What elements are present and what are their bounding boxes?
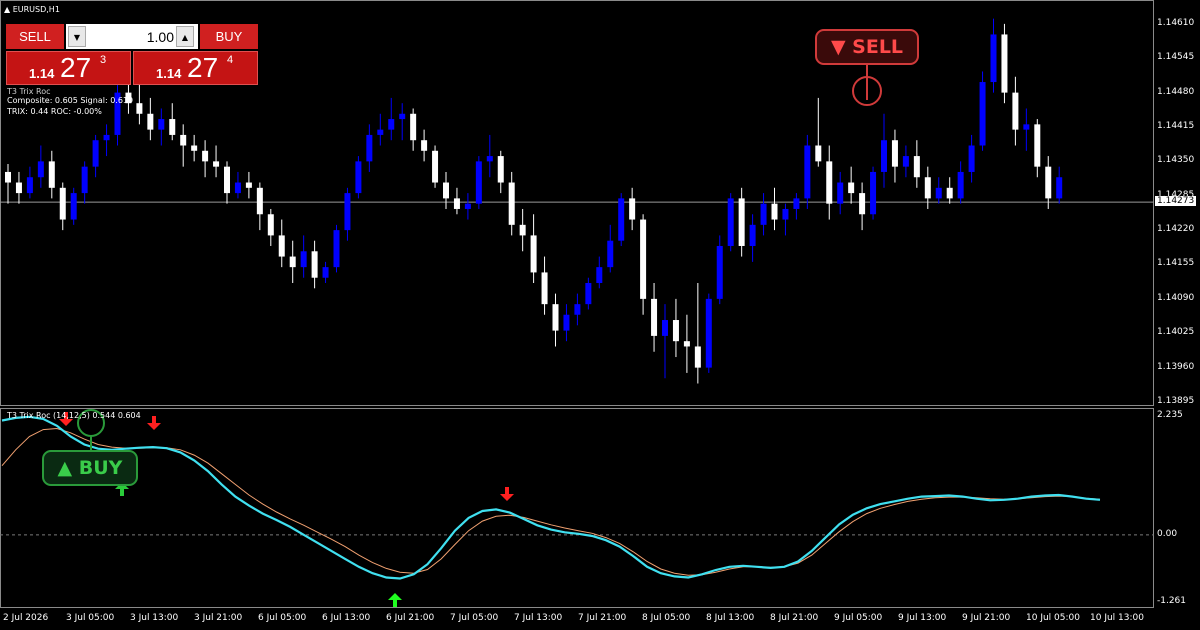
ask-big-digits: 27 xyxy=(187,52,219,83)
time-axis-label: 3 Jul 21:00 xyxy=(194,613,243,623)
ask-prefix: 1.14 xyxy=(156,66,182,81)
time-axis-label: 6 Jul 05:00 xyxy=(258,613,307,623)
time-axis-label: 3 Jul 05:00 xyxy=(66,613,115,623)
lot-size-field: ▼ ▲ xyxy=(66,24,198,49)
indicator-axis-label: -1.261 xyxy=(1157,596,1187,606)
indicator-axis-label: 2.235 xyxy=(1157,410,1183,420)
time-axis-label: 8 Jul 13:00 xyxy=(706,613,755,623)
indicator-composite-line: Composite: 0.605 Signal: 0.619 xyxy=(7,96,134,105)
time-axis-label: 7 Jul 05:00 xyxy=(450,613,499,623)
price-axis-label: 1.14415 xyxy=(1157,120,1195,131)
price-axis-label: 1.14025 xyxy=(1157,327,1195,338)
bid-big-digits: 27 xyxy=(60,52,92,83)
current-price-label: 1.14273 xyxy=(1155,196,1197,207)
sell-button[interactable]: SELL xyxy=(6,24,64,49)
lot-increase-icon[interactable]: ▲ xyxy=(176,26,194,47)
time-axis-label: 8 Jul 05:00 xyxy=(642,613,691,623)
time-axis-label: 6 Jul 13:00 xyxy=(322,613,371,623)
price-axis-label: 1.13895 xyxy=(1157,396,1195,406)
sell-arrow-icon xyxy=(147,416,161,430)
symbol-label: ▲ EURUSD,H1 xyxy=(4,5,60,14)
bid-pipette: 3 xyxy=(100,54,107,66)
price-axis-label: 1.13960 xyxy=(1157,361,1195,372)
price-axis-label: 1.14480 xyxy=(1157,86,1195,97)
bid-price-box[interactable]: 1.14 27 3 xyxy=(6,51,131,85)
indicator-name: T3 Trix Roc xyxy=(7,87,51,96)
lot-decrease-icon[interactable]: ▼ xyxy=(68,26,86,47)
time-axis-label: 9 Jul 05:00 xyxy=(834,613,883,623)
symbol-text: EURUSD,H1 xyxy=(12,5,60,14)
buy-signal-badge: ▲ BUY xyxy=(42,450,138,486)
time-axis-label: 10 Jul 13:00 xyxy=(1090,613,1144,623)
indicator-axis-label: 0.00 xyxy=(1157,528,1178,539)
buy-button[interactable]: BUY xyxy=(200,24,258,49)
signal-line xyxy=(1,427,1101,576)
time-axis-label: 9 Jul 21:00 xyxy=(962,613,1011,623)
indicator-trix-line: TRIX: 0.44 ROC: -0.00% xyxy=(7,107,102,116)
buy-arrow-icon xyxy=(388,593,402,607)
time-axis-label: 2 Jul 2026 xyxy=(3,613,49,623)
time-axis-label: 7 Jul 21:00 xyxy=(578,613,627,623)
indicator-pane-title: T3 Trix Roc (14,12,5) 0.544 0.604 xyxy=(7,411,141,420)
lot-size-input[interactable] xyxy=(88,26,176,47)
one-click-trade-panel: SELL ▼ ▲ BUY 1.14 27 3 1.14 27 4 xyxy=(6,24,258,85)
collapse-icon[interactable]: ▲ xyxy=(4,5,10,14)
bid-prefix: 1.14 xyxy=(29,66,55,81)
ask-price-box[interactable]: 1.14 27 4 xyxy=(133,51,258,85)
price-axis-label: 1.14350 xyxy=(1157,155,1195,166)
time-axis-label: 3 Jul 13:00 xyxy=(130,613,179,623)
time-axis-label: 8 Jul 21:00 xyxy=(770,613,819,623)
time-axis-label: 10 Jul 05:00 xyxy=(1026,613,1080,623)
ask-pipette: 4 xyxy=(227,54,234,66)
indicator-chart-svg[interactable] xyxy=(0,0,1154,610)
time-axis-label: 6 Jul 21:00 xyxy=(386,613,435,623)
price-axis-label: 1.14155 xyxy=(1157,258,1195,269)
sell-arrow-icon xyxy=(500,487,514,501)
sell-signal-badge: ▼ SELL xyxy=(815,29,919,65)
time-axis-label: 9 Jul 13:00 xyxy=(898,613,947,623)
time-axis-label: 7 Jul 13:00 xyxy=(514,613,563,623)
price-axis-label: 1.14220 xyxy=(1157,224,1195,235)
price-axis-label: 1.14090 xyxy=(1157,292,1195,303)
price-axis-label: 1.14545 xyxy=(1157,52,1195,63)
price-axis-label: 1.14610 xyxy=(1157,17,1195,28)
